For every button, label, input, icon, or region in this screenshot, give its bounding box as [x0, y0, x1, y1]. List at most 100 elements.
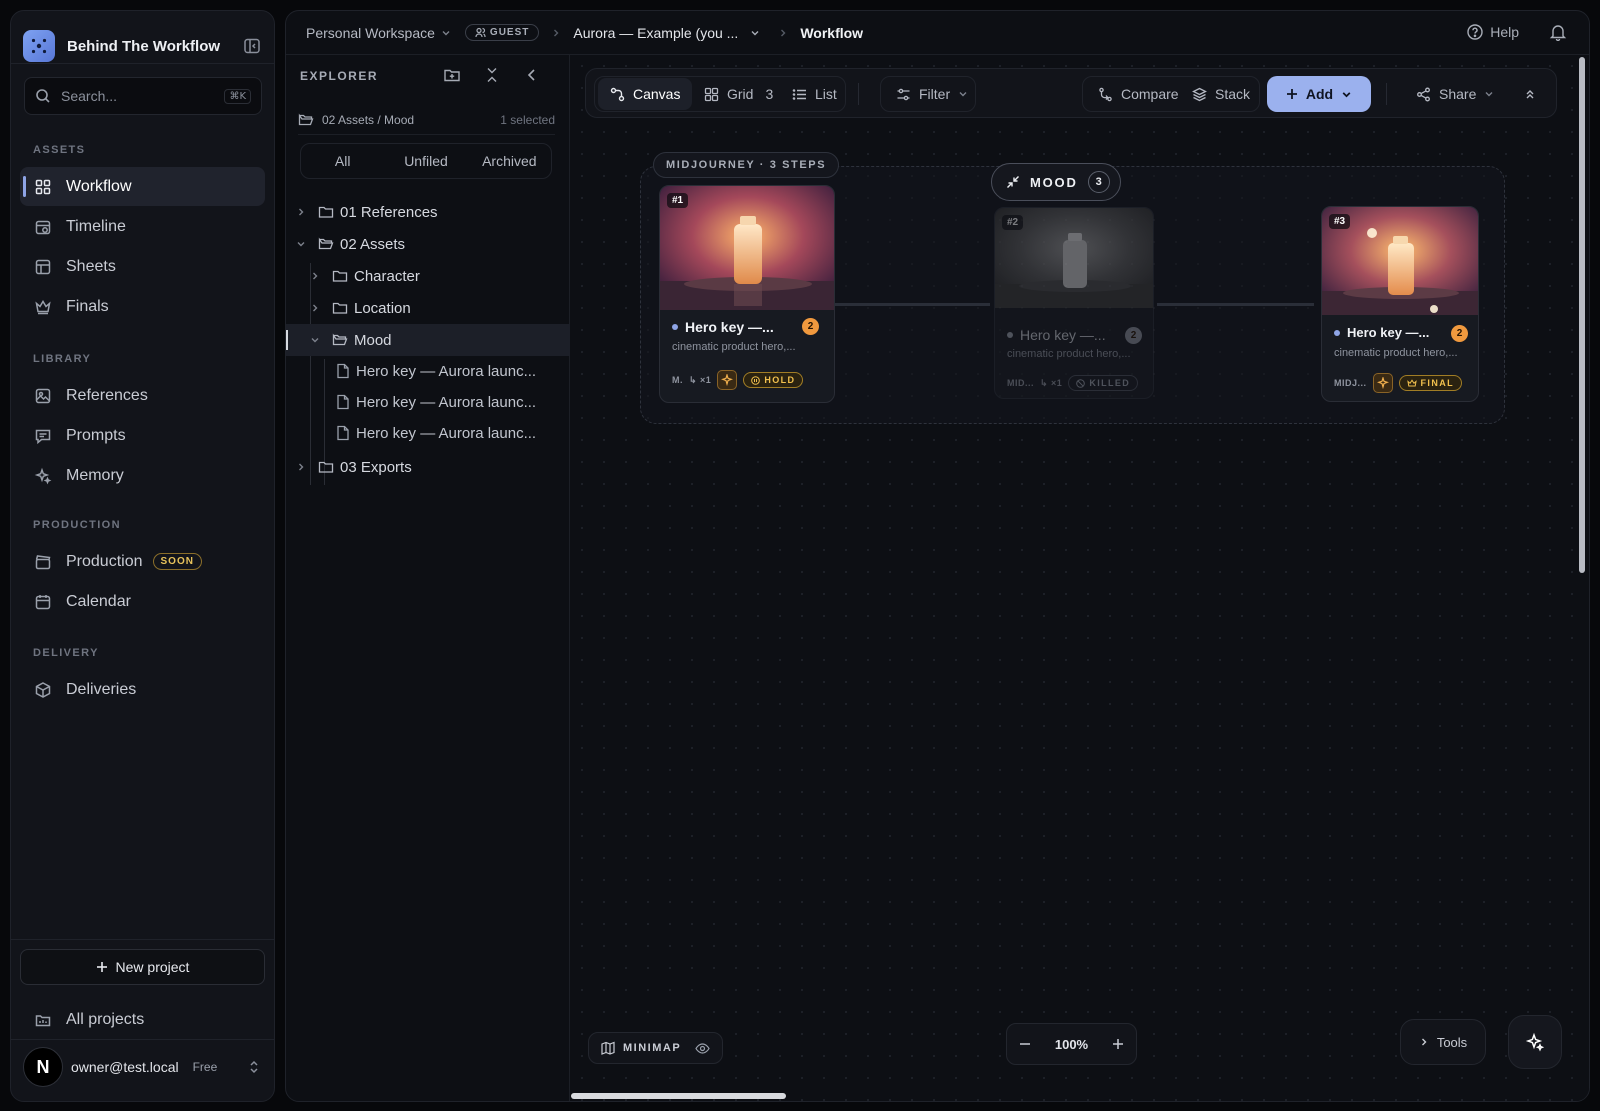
ai-assistant-button[interactable] [1508, 1015, 1562, 1069]
compare-button[interactable]: Compare [1086, 78, 1191, 110]
sidebar-item-timeline[interactable]: Timeline [20, 207, 265, 246]
tree-folder-location[interactable]: Location [286, 292, 570, 324]
zoom-in-button[interactable] [1112, 1038, 1124, 1050]
sidebar-item-production[interactable]: Production SOON [20, 542, 265, 581]
horizontal-scrollbar[interactable] [571, 1093, 786, 1099]
search-icon [35, 88, 51, 104]
tree-label: Location [354, 299, 411, 317]
tree-folder-03-exports[interactable]: 03 Exports [286, 451, 570, 483]
tab-all[interactable]: All [301, 153, 384, 169]
add-button[interactable]: Add [1267, 76, 1371, 112]
explorer-title: EXPLORER [300, 69, 379, 83]
eye-icon[interactable] [695, 1041, 710, 1056]
view-grid-button[interactable]: Grid 3 [692, 78, 785, 110]
workflow-card[interactable]: #2 Hero key —... 2 cinematic product her… [994, 207, 1154, 399]
tree-folder-02-assets[interactable]: 02 Assets [286, 228, 570, 260]
minimap-toggle[interactable]: MINIMAP [588, 1032, 723, 1064]
tree-file[interactable]: Hero key — Aurora launc... [286, 386, 570, 418]
connector-line [835, 303, 990, 306]
chevron-left-icon[interactable] [523, 66, 541, 84]
mood-stack-pill[interactable]: MOOD 3 [991, 163, 1121, 201]
sidebar-item-label: Timeline [66, 217, 126, 235]
sidebar-item-sheets[interactable]: Sheets [20, 247, 265, 286]
breadcrumb-workspace[interactable]: Personal Workspace [306, 25, 451, 41]
ban-icon [1076, 378, 1086, 388]
tree-file[interactable]: Hero key — Aurora launc... [286, 417, 570, 449]
sidebar-item-label: Calendar [66, 592, 131, 610]
tab-archived[interactable]: Archived [468, 153, 551, 169]
map-icon [601, 1041, 615, 1055]
folder-icon [332, 300, 348, 316]
file-icon [336, 425, 350, 441]
sidebar-item-finals[interactable]: Finals [20, 287, 265, 326]
sidebar-item-references[interactable]: References [20, 376, 265, 415]
chevron-down-icon [441, 28, 451, 38]
status-badge-hold[interactable]: HOLD [743, 372, 804, 388]
zoom-out-button[interactable] [1019, 1038, 1031, 1050]
chevron-right-icon [296, 462, 310, 472]
divider [1386, 83, 1387, 105]
workflow-canvas[interactable]: Canvas Grid 3 List Filter Compare Stack … [571, 55, 1589, 1101]
status-dot [1007, 332, 1013, 338]
model-label: MIDJ... [1334, 378, 1367, 388]
clock-calendar-icon [34, 218, 52, 236]
tab-unfiled[interactable]: Unfiled [384, 153, 467, 169]
tools-button[interactable]: Tools [1400, 1019, 1486, 1065]
tree-folder-01-references[interactable]: 01 References [286, 196, 570, 228]
calendar-icon [34, 593, 52, 611]
vertical-scrollbar[interactable] [1579, 57, 1585, 573]
sidebar-item-deliveries[interactable]: Deliveries [20, 670, 265, 709]
collapse-all-icon[interactable] [483, 66, 501, 84]
sidebar-item-workflow[interactable]: Workflow [20, 167, 265, 206]
help-button[interactable]: Help [1466, 23, 1519, 41]
sidebar-item-memory[interactable]: Memory [20, 456, 265, 495]
message-icon [34, 427, 52, 445]
tree-folder-character[interactable]: Character [286, 260, 570, 292]
workflow-card[interactable]: #1 Hero key —... 2 cinematic product her… [659, 185, 835, 403]
tree-label: Character [354, 267, 420, 285]
role-label: GUEST [489, 27, 530, 38]
file-icon [336, 394, 350, 410]
view-canvas-button[interactable]: Canvas [598, 78, 693, 110]
minimap-label: MINIMAP [623, 1042, 682, 1054]
sidebar-item-calendar[interactable]: Calendar [20, 582, 265, 621]
filter-button[interactable]: Filter [884, 78, 980, 110]
app-logo-icon[interactable] [23, 30, 55, 62]
share-icon [1416, 87, 1431, 102]
collapse-sidebar-icon[interactable] [241, 35, 263, 57]
crown-icon [1406, 378, 1417, 388]
stack-button[interactable]: Stack [1180, 78, 1262, 110]
new-folder-icon[interactable] [443, 66, 461, 84]
sidebar-item-prompts[interactable]: Prompts [20, 416, 265, 455]
user-menu[interactable]: N owner@test.local Free [23, 1047, 261, 1087]
bell-icon[interactable] [1549, 23, 1567, 41]
search-input[interactable]: Search... ⌘K [24, 77, 262, 115]
card-title: Hero key —... [1007, 327, 1106, 343]
card-meta: M. ↳ ×1 HOLD [672, 370, 804, 390]
stack-count: 3 [1087, 171, 1110, 193]
sidebar: Behind The Workflow Search... ⌘K ASSETS … [10, 10, 275, 1102]
group-label: MIDJOURNEY · 3 STEPS [653, 152, 840, 178]
workflow-card[interactable]: #3 Hero key —... 2 cinematic product her… [1321, 206, 1479, 402]
breadcrumb-project[interactable]: Aurora — Example (you ... [573, 25, 760, 41]
folder-open-icon [318, 236, 334, 252]
share-button[interactable]: Share [1404, 78, 1506, 110]
zoom-level: 100% [1054, 1036, 1089, 1052]
folder-icon [318, 204, 334, 220]
chevron-up-down-icon [247, 1060, 261, 1074]
section-label-library: LIBRARY [33, 353, 92, 365]
card-description: cinematic product hero,... [1334, 347, 1458, 359]
new-project-button[interactable]: New project [20, 949, 265, 985]
all-projects-link[interactable]: All projects [20, 1000, 265, 1039]
card-number: #3 [1329, 214, 1351, 229]
collapse-toolbar-icon[interactable] [1518, 78, 1542, 110]
branch-count: ↳ ×1 [1040, 377, 1063, 388]
status-badge-killed[interactable]: KILLED [1068, 375, 1139, 391]
tree-label: Hero key — Aurora launc... [356, 362, 537, 380]
view-list-button[interactable]: List [780, 78, 849, 110]
canvas-toolbar: Canvas Grid 3 List Filter Compare Stack … [585, 68, 1557, 118]
tree-folder-mood[interactable]: Mood [286, 324, 570, 356]
tree-file[interactable]: Hero key — Aurora launc... [286, 355, 570, 387]
explorer-path-label: 02 Assets / Mood [322, 112, 415, 127]
status-badge-final[interactable]: FINAL [1398, 375, 1463, 391]
